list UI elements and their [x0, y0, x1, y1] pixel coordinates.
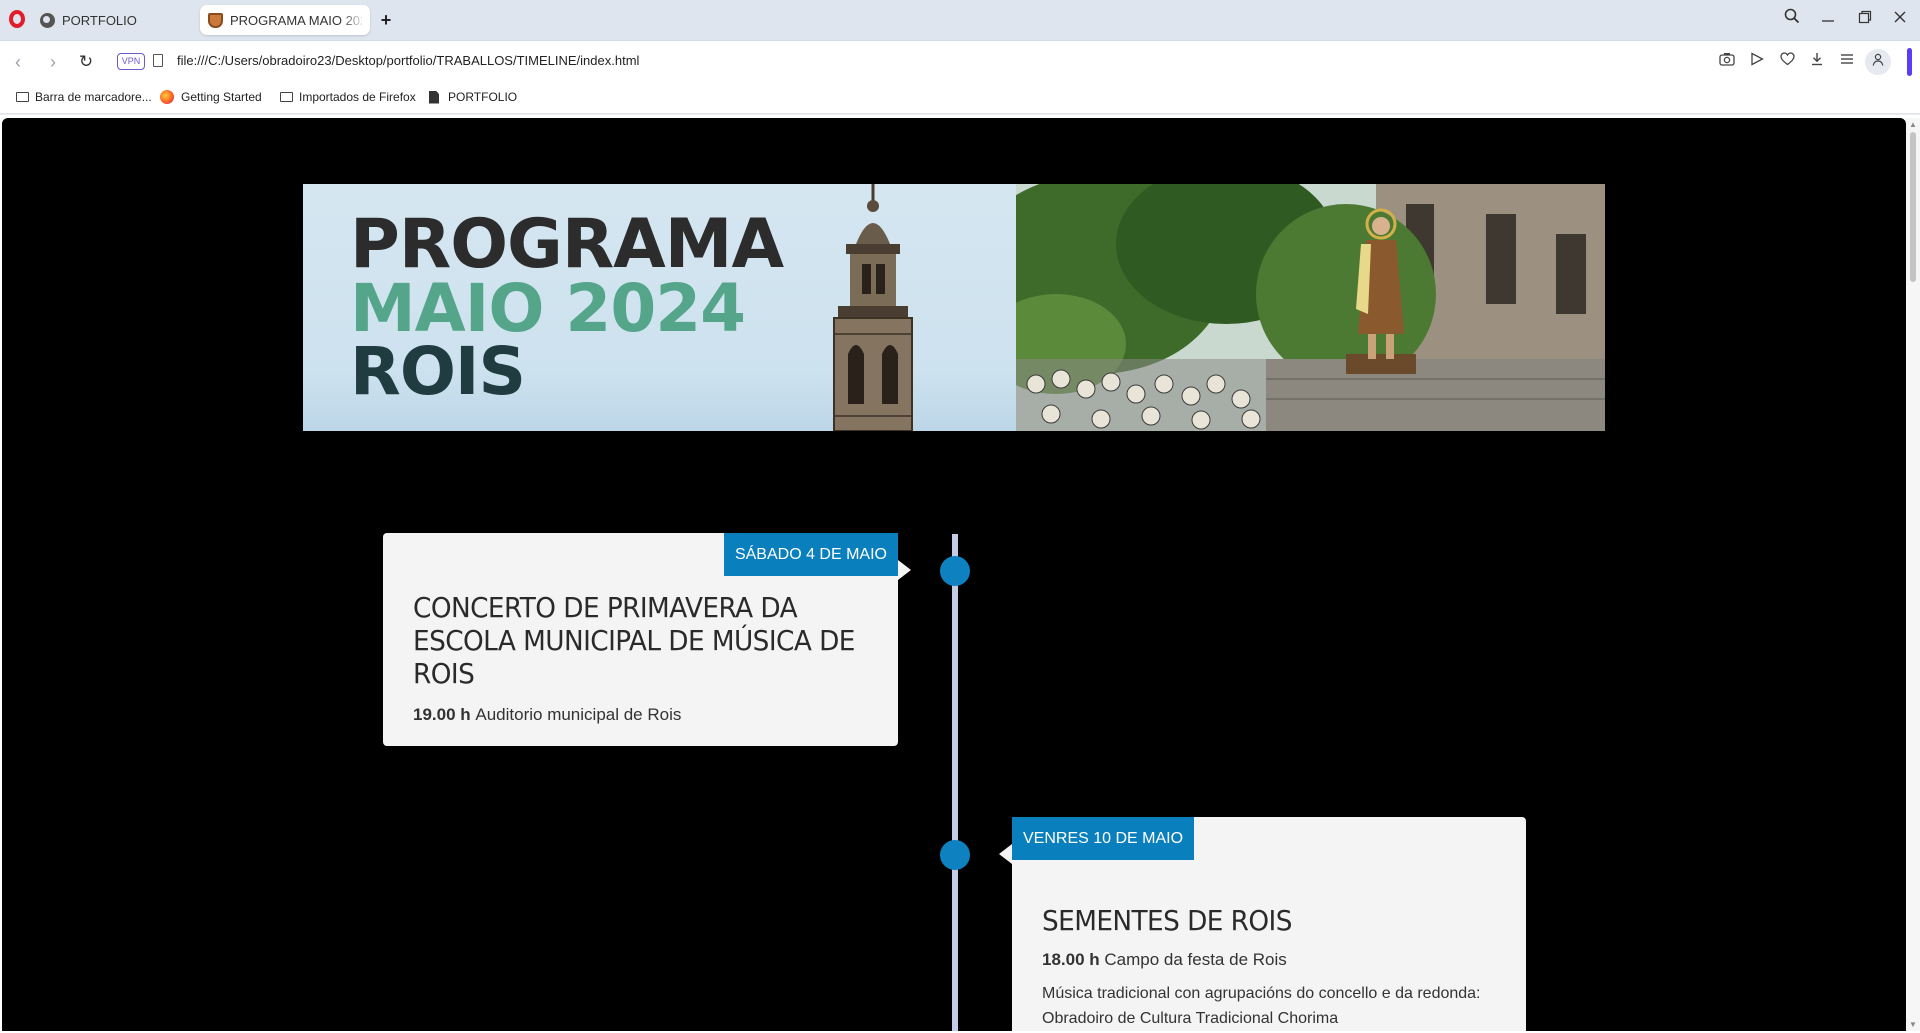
- event-title: CONCERTO DE PRIMAVERA DA ESCOLA MUNICIPA…: [413, 591, 855, 690]
- event-title: SEMENTES DE ROIS: [1042, 904, 1292, 937]
- firefox-icon: [160, 90, 174, 104]
- tab-label: PORTFOLIO: [62, 12, 137, 28]
- event-time: 19.00 h: [413, 705, 476, 724]
- opera-logo-icon[interactable]: [9, 10, 25, 28]
- reload-button[interactable]: ↻: [75, 51, 97, 73]
- vpn-badge[interactable]: VPN: [117, 53, 145, 70]
- event-info: 19.00 h Auditorio municipal de Rois: [413, 705, 681, 725]
- event-place: Campo da festa de Rois: [1104, 950, 1287, 969]
- event-info: 18.00 h Campo da festa de Rois: [1042, 950, 1287, 970]
- url-field[interactable]: file:///C:/Users/obradoiro23/Desktop/por…: [177, 53, 639, 68]
- forward-button[interactable]: ›: [42, 51, 64, 73]
- search-tabs-icon[interactable]: [1780, 8, 1804, 32]
- address-bar: ‹ › ↻ VPN file:///C:/Users/obradoiro23/D…: [0, 40, 1920, 82]
- heart-icon[interactable]: [1776, 51, 1798, 73]
- globe-icon: [40, 12, 55, 28]
- flow-send-icon[interactable]: [1746, 51, 1768, 73]
- minimize-button[interactable]: [1816, 8, 1840, 32]
- timeline-line: [952, 534, 958, 1031]
- event-date-badge: VENRES 10 DE MAIO: [1012, 817, 1195, 860]
- document-icon: [429, 90, 439, 104]
- scroll-down-arrow-icon[interactable]: ▼: [1909, 1020, 1917, 1029]
- bookmark-getting-started[interactable]: Getting Started: [160, 90, 262, 104]
- program-banner: PROGRAMA MAIO 2024 ROIS: [303, 184, 1605, 431]
- sidebar-toggle[interactable]: [1907, 48, 1912, 76]
- bookmark-portfolio[interactable]: PORTFOLIO: [429, 90, 517, 104]
- folder-icon: [16, 92, 29, 102]
- download-icon[interactable]: [1806, 51, 1828, 73]
- timeline-dot: [940, 556, 970, 586]
- scroll-up-arrow-icon[interactable]: ▲: [1909, 120, 1917, 129]
- scroll-thumb[interactable]: [1910, 132, 1916, 282]
- festival-crowd-illustration: [1016, 184, 1605, 431]
- page-info-icon[interactable]: [153, 54, 163, 67]
- banner-title-line1: PROGRAMA: [350, 205, 784, 284]
- timeline-event-card: VENRES 10 DE MAIO SEMENTES DE ROIS 18.00…: [999, 817, 1526, 1031]
- bookmark-barra-de-marcadores[interactable]: Barra de marcadore...: [16, 90, 152, 104]
- banner-title-panel: PROGRAMA MAIO 2024 ROIS: [303, 184, 1016, 431]
- crest-icon: [208, 12, 223, 28]
- page-viewport: PROGRAMA MAIO 2024 ROIS SÁBADO 4 DE MAIO…: [0, 115, 1920, 1033]
- back-button[interactable]: ‹: [7, 51, 29, 73]
- page-content: PROGRAMA MAIO 2024 ROIS SÁBADO 4 DE MAIO…: [2, 118, 1906, 1031]
- tab-portfolio[interactable]: PORTFOLIO: [36, 5, 196, 35]
- snapshot-camera-icon[interactable]: [1716, 51, 1738, 73]
- event-time: 18.00 h: [1042, 950, 1105, 969]
- timeline-dot: [940, 840, 970, 870]
- church-tower-illustration: [833, 184, 913, 431]
- new-tab-button[interactable]: +: [376, 10, 396, 30]
- close-window-button[interactable]: [1888, 8, 1912, 32]
- banner-title-line3: ROIS: [350, 333, 526, 410]
- event-date-badge: SÁBADO 4 DE MAIO: [723, 533, 898, 576]
- tab-programa-maio[interactable]: PROGRAMA MAIO 2024 R: [200, 5, 370, 35]
- event-description: Música tradicional con agrupacións do co…: [1042, 985, 1481, 1027]
- tab-bar: PORTFOLIO PROGRAMA MAIO 2024 R +: [0, 0, 1920, 40]
- profile-icon[interactable]: [1865, 49, 1891, 75]
- event-place: Auditorio municipal de Rois: [475, 705, 682, 724]
- page-scrollbar[interactable]: ▲ ▼: [1906, 118, 1920, 1031]
- restore-button[interactable]: [1853, 8, 1877, 32]
- easy-setup-menu-icon[interactable]: [1836, 51, 1858, 73]
- bookmark-importados-de-firefox[interactable]: Importados de Firefox: [280, 90, 416, 104]
- timeline-event-card: SÁBADO 4 DE MAIO CONCERTO DE PRIMAVERA D…: [383, 533, 911, 746]
- bookmarks-bar: Barra de marcadore... Getting Started Im…: [0, 82, 1920, 114]
- folder-icon: [280, 92, 293, 102]
